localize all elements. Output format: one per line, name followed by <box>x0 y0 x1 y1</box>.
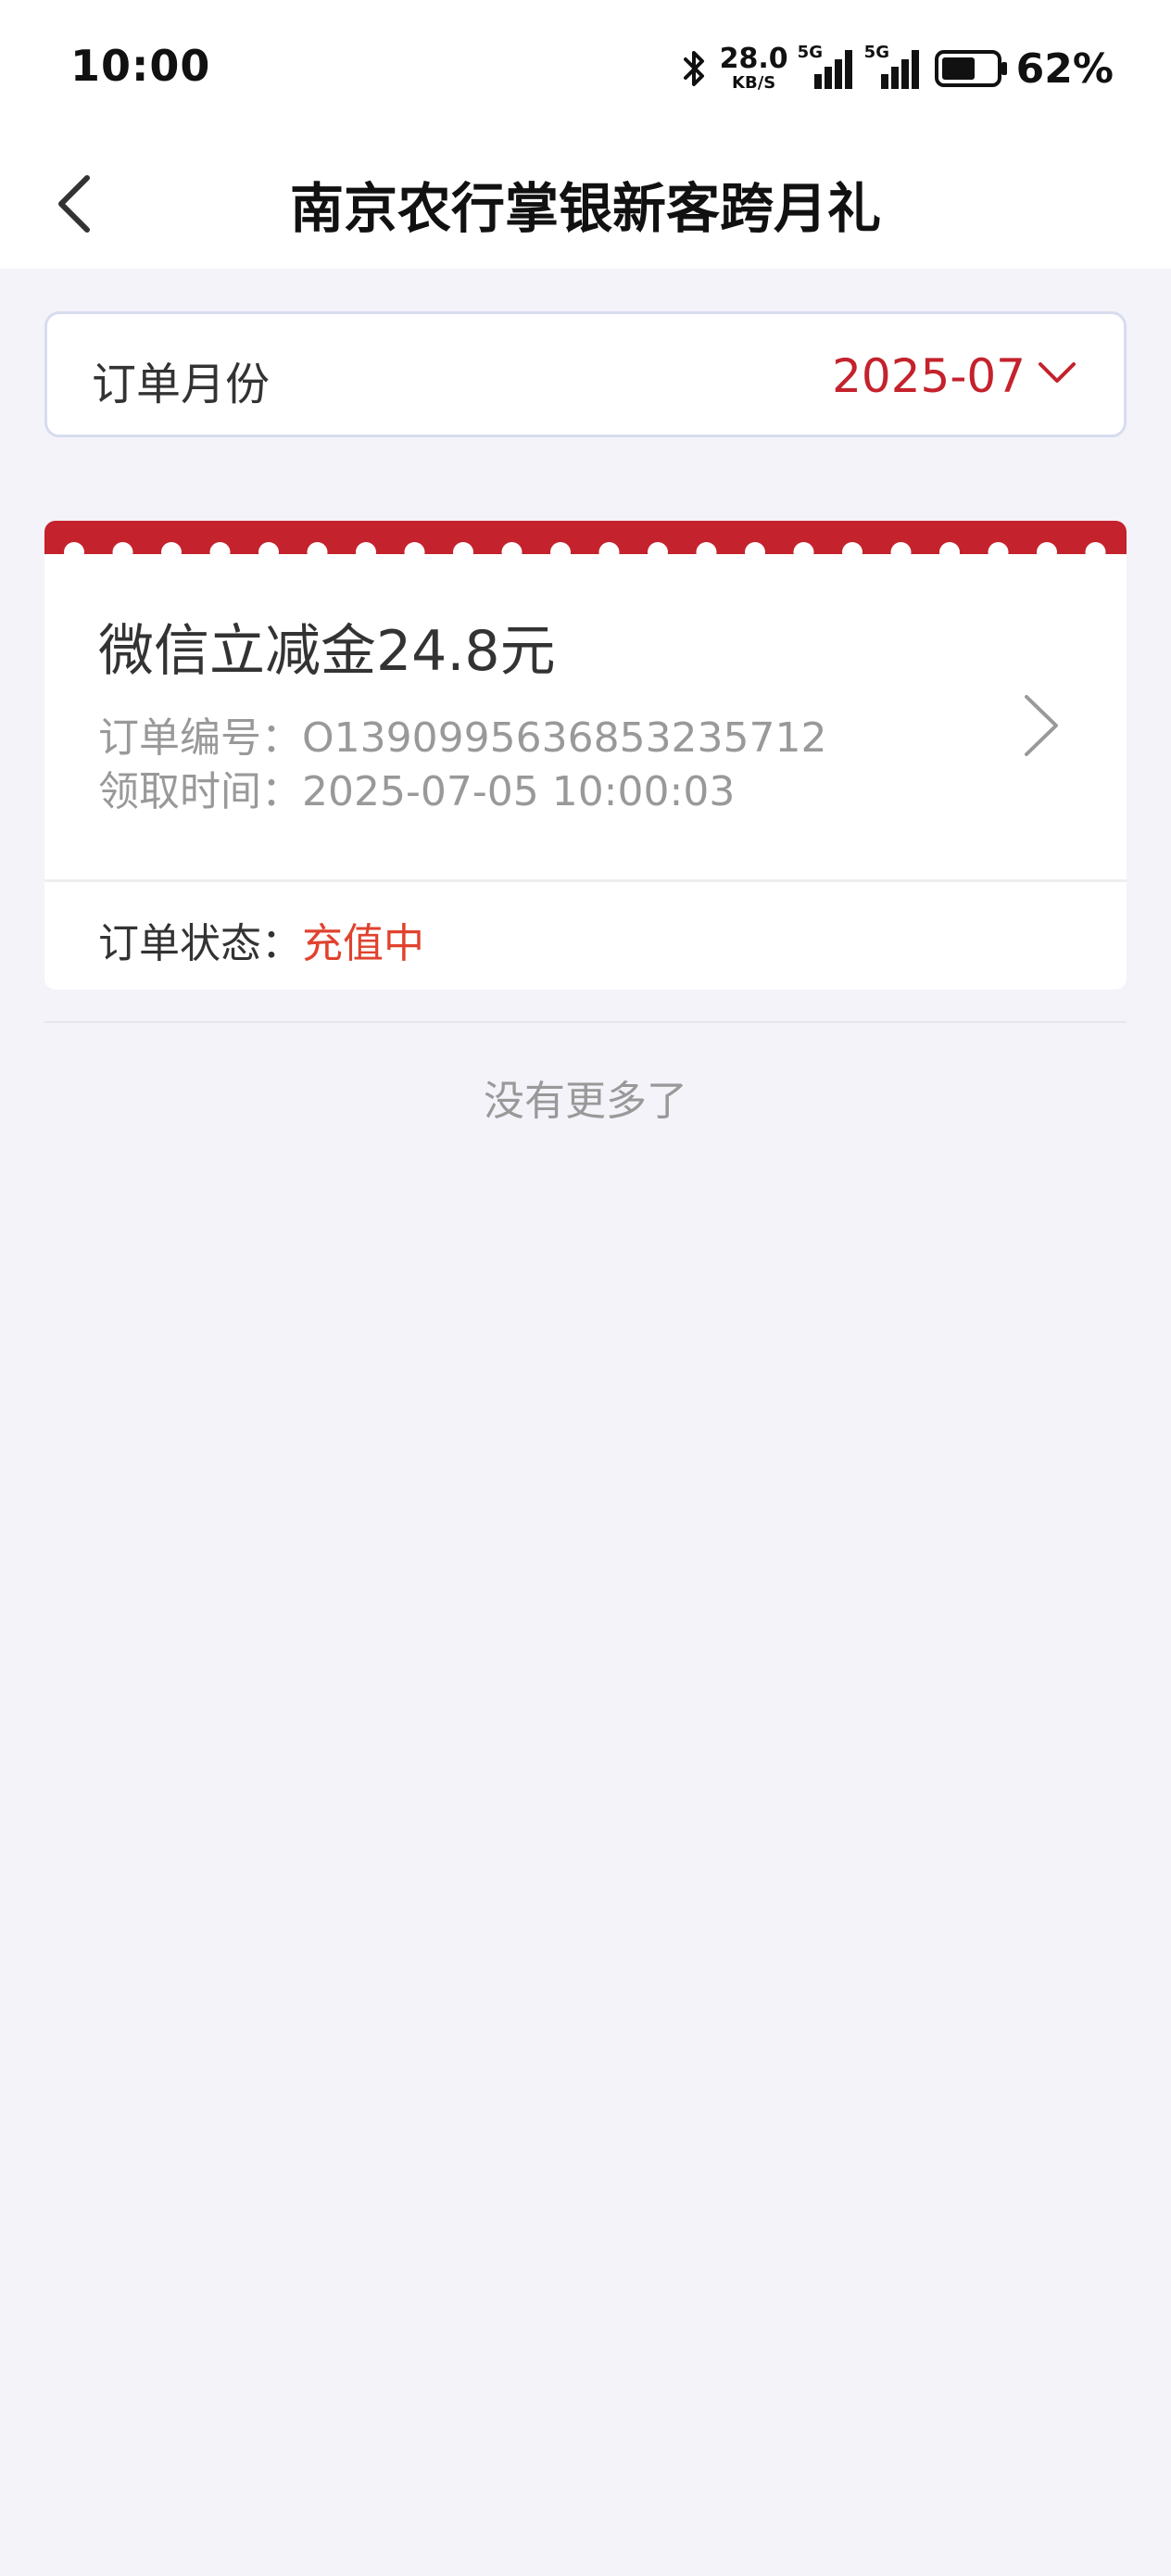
cell-signal-2: 5G <box>864 43 922 89</box>
cell-signal-1: 5G <box>798 43 855 89</box>
battery-icon <box>934 50 1007 87</box>
bluetooth-icon <box>683 48 707 89</box>
ticket-edge-decoration <box>44 521 1127 560</box>
order-received-time-label: 领取时间： <box>98 768 302 815</box>
battery: 62% <box>934 44 1114 93</box>
order-card[interactable]: 微信立减金24.8元 订单编号：O1390995636853235712 领取时… <box>44 521 1127 990</box>
network-speed: 28.0 KB/S <box>720 45 788 92</box>
order-month-selector[interactable]: 订单月份 2025-07 <box>44 311 1127 437</box>
order-number-value: O1390995636853235712 <box>302 714 827 762</box>
order-status-label: 订单状态： <box>98 920 302 967</box>
cell-signal-2-label: 5G <box>863 43 889 62</box>
card-divider <box>44 879 1127 882</box>
cell-signal-1-label: 5G <box>797 43 823 62</box>
order-month-value: 2025-07 <box>832 349 1026 403</box>
navigation-bar: 南京农行掌银新客跨月礼 <box>0 139 1171 269</box>
chevron-down-icon <box>1037 360 1077 390</box>
status-bar: 10:00 28.0 KB/S 5G 5G 62% <box>0 0 1171 139</box>
order-status: 订单状态： 充值中 <box>98 910 424 969</box>
order-number: 订单编号：O1390995636853235712 <box>98 704 827 764</box>
status-time: 10:00 <box>70 41 211 91</box>
order-month-label: 订单月份 <box>92 359 271 410</box>
order-received-time-value: 2025-07-05 10:00:03 <box>302 768 736 815</box>
page-title: 南京农行掌银新客跨月礼 <box>289 177 881 240</box>
status-indicators: 28.0 KB/S 5G 5G 62% <box>683 41 1114 96</box>
battery-percent: 62% <box>1015 44 1114 93</box>
order-status-value: 充值中 <box>302 920 424 967</box>
network-speed-value: 28.0 <box>719 43 788 75</box>
no-more-text: 没有更多了 <box>484 1078 687 1125</box>
list-divider <box>44 1021 1127 1023</box>
order-title: 微信立减金24.8元 <box>98 619 556 684</box>
order-received-time: 领取时间：2025-07-05 10:00:03 <box>98 758 735 817</box>
chevron-right-icon <box>1023 693 1060 762</box>
network-speed-unit: KB/S <box>732 73 776 93</box>
order-number-label: 订单编号： <box>98 714 302 762</box>
